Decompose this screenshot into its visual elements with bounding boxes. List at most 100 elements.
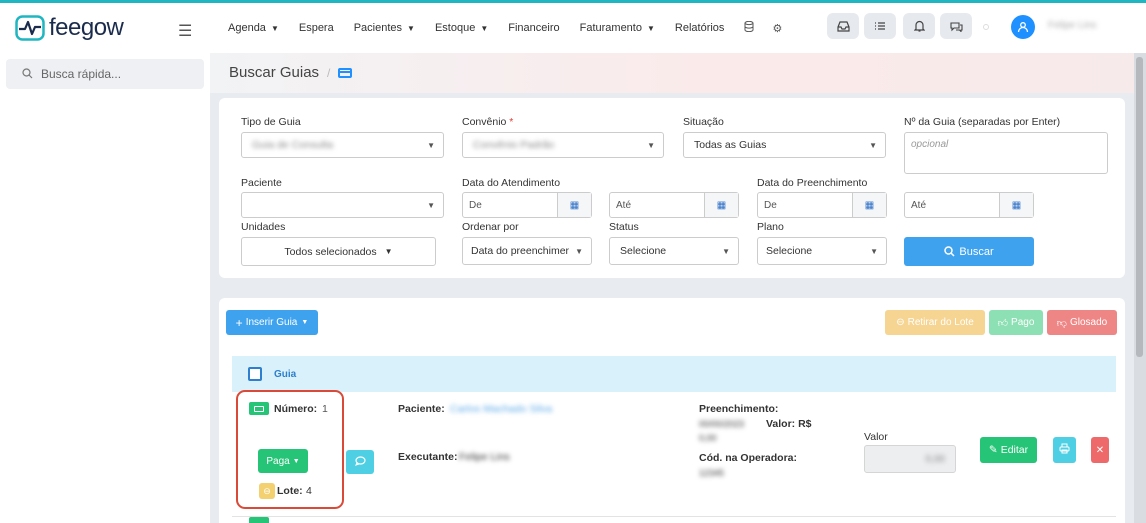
print-icon — [1059, 443, 1070, 457]
inserir-guia-button[interactable]: + Inserir Guia ▼ — [226, 310, 318, 335]
page-title: Buscar Guias — [229, 64, 320, 81]
gear-icon[interactable]: ⚙ — [772, 22, 782, 35]
nav-pacientes-label: Pacientes — [353, 22, 403, 34]
valor-inline-label: Valor: R$ — [766, 418, 812, 430]
heartbeat-logo-icon — [14, 13, 46, 43]
logo-text: feegow — [49, 14, 124, 41]
data-preenchimento-de[interactable]: De ▦ — [757, 192, 887, 218]
paciente-select[interactable]: ▼ — [241, 192, 444, 218]
nav-financeiro[interactable]: Financeiro — [508, 22, 559, 34]
menu-toggle-icon[interactable]: ☰ — [178, 21, 192, 41]
data-atendimento-ate[interactable]: Até ▦ — [609, 192, 739, 218]
chat-icon[interactable] — [940, 13, 972, 39]
situacao-select[interactable]: Todas as Guias ▼ — [683, 132, 886, 158]
preenchimento-label: Preenchimento: — [699, 403, 779, 415]
data-atendimento-ate-placeholder: Até — [616, 199, 632, 211]
unidades-multiselect[interactable]: Todos selecionados ▼ — [241, 237, 436, 266]
calendar-icon[interactable]: ▦ — [852, 193, 886, 217]
executante-label: Executante: — [398, 451, 458, 463]
convenio-label-text: Convênio — [462, 116, 507, 128]
search-icon — [944, 246, 955, 257]
bell-icon[interactable] — [903, 13, 935, 39]
nav-faturamento-label: Faturamento — [579, 22, 642, 34]
valor-input[interactable]: 0,00 — [864, 445, 956, 473]
select-all-checkbox[interactable] — [248, 367, 262, 381]
status-value: Selecione — [620, 245, 667, 257]
edit-icon: ✎ — [988, 444, 998, 456]
buscar-label: Buscar — [959, 245, 994, 258]
logo[interactable]: feegow ☰ — [0, 3, 210, 53]
num-guia-textarea[interactable]: opcional — [904, 132, 1108, 174]
paciente-link[interactable]: Carlos Machado Silva — [450, 403, 552, 415]
unidades-label: Unidades — [241, 221, 286, 233]
delete-button[interactable]: ✕ — [1091, 437, 1109, 463]
comment-button[interactable] — [346, 450, 374, 474]
nav-estoque[interactable]: Estoque ▼ — [435, 22, 488, 34]
plano-select[interactable]: Selecione ▼ — [757, 237, 887, 265]
chevron-down-icon: ▼ — [427, 140, 435, 150]
nav-espera-label: Espera — [298, 22, 334, 34]
username[interactable]: Felipe Lins — [1048, 20, 1096, 31]
data-preenchimento-ate[interactable]: Até ▦ — [904, 192, 1034, 218]
nav-estoque-label: Estoque — [434, 22, 476, 34]
quick-search-placeholder: Busca rápida... — [41, 67, 122, 81]
tipo-guia-value: Guia de Consulta — [252, 139, 334, 151]
sidebar: Busca rápida... — [0, 53, 210, 523]
retirar-lote-label: Retirar do Lote — [907, 317, 974, 328]
nav-relatorios[interactable]: Relatórios — [675, 22, 725, 34]
checklist-icon[interactable] — [864, 13, 896, 39]
print-button[interactable] — [1053, 437, 1076, 463]
required-mark: * — [509, 116, 514, 128]
data-atendimento-de[interactable]: De ▦ — [462, 192, 592, 218]
glosado-button[interactable]: 👎︎ Glosado — [1047, 310, 1117, 335]
calendar-icon[interactable]: ▦ — [999, 193, 1033, 217]
cod-operadora-label: Cód. na Operadora: — [699, 452, 798, 464]
unidades-value: Todos selecionados — [284, 245, 377, 258]
results-panel: + Inserir Guia ▼ ⊖ Retirar do Lote 👍︎ Pago… — [219, 298, 1125, 523]
caret-down-icon: ▼ — [384, 247, 393, 256]
glosado-label: Glosado — [1069, 317, 1108, 328]
caret-down-icon: ▼ — [869, 140, 877, 150]
ordenar-select[interactable]: Data do preenchimer ▼ — [462, 237, 592, 265]
nav-faturamento[interactable]: Faturamento ▼ — [580, 22, 655, 34]
caret-down-icon: ▼ — [270, 23, 279, 33]
buscar-button[interactable]: Buscar — [904, 237, 1034, 266]
status-dot — [983, 24, 989, 30]
chevron-down-icon: ▼ — [575, 246, 583, 256]
scrollbar[interactable] — [1134, 53, 1146, 523]
thumbs-up-icon: 👍︎ — [997, 317, 1009, 329]
nav-agenda[interactable]: Agenda ▼ — [228, 22, 279, 34]
convenio-value: Convênio Padrão — [473, 139, 555, 151]
search-icon — [22, 67, 33, 82]
breadcrumb-separator: / — [327, 65, 331, 80]
paciente-row-label: Paciente: — [398, 403, 445, 415]
top-navigation: Agenda ▼ Espera Pacientes ▼ Estoque ▼ Finan… — [210, 3, 1146, 53]
retirar-lote-button[interactable]: ⊖ Retirar do Lote — [885, 310, 985, 335]
data-preenchimento-label: Data do Preenchimento — [757, 177, 868, 189]
nav-agenda-label: Agenda — [228, 22, 266, 34]
calendar-icon[interactable]: ▦ — [557, 193, 591, 217]
nav-espera[interactable]: Espera — [299, 22, 334, 34]
chevron-down-icon: ▼ — [870, 246, 878, 256]
ordenar-value: Data do preenchimer — [471, 245, 570, 257]
inbox-icon[interactable] — [827, 13, 859, 39]
pago-button[interactable]: 👍︎ Pago — [989, 310, 1043, 335]
inserir-guia-label: Inserir Guia — [245, 317, 298, 328]
scrollbar-thumb[interactable] — [1136, 57, 1143, 357]
num-guia-label: Nº da Guia (separadas por Enter) — [904, 116, 1061, 128]
credit-card-icon — [338, 67, 353, 78]
data-atendimento-de-placeholder: De — [469, 199, 482, 211]
tipo-guia-select[interactable]: Guia de Consulta ▼ — [241, 132, 444, 158]
quick-search-input[interactable]: Busca rápida... — [6, 59, 204, 89]
convenio-select[interactable]: Convênio Padrão ▼ — [462, 132, 664, 158]
user-avatar-icon[interactable] — [1011, 15, 1035, 39]
caret-down-icon: ▼ — [646, 23, 655, 33]
status-select[interactable]: Selecione ▼ — [609, 237, 739, 265]
nav-pacientes[interactable]: Pacientes ▼ — [354, 22, 415, 34]
guia-column-header: Guia — [274, 368, 297, 380]
calendar-icon[interactable]: ▦ — [704, 193, 738, 217]
thumbs-down-icon: 👎︎ — [1056, 317, 1067, 329]
cod-operadora-value: 12345 — [699, 468, 725, 478]
database-icon[interactable] — [744, 20, 754, 35]
editar-button[interactable]: ✎ Editar — [980, 437, 1037, 463]
